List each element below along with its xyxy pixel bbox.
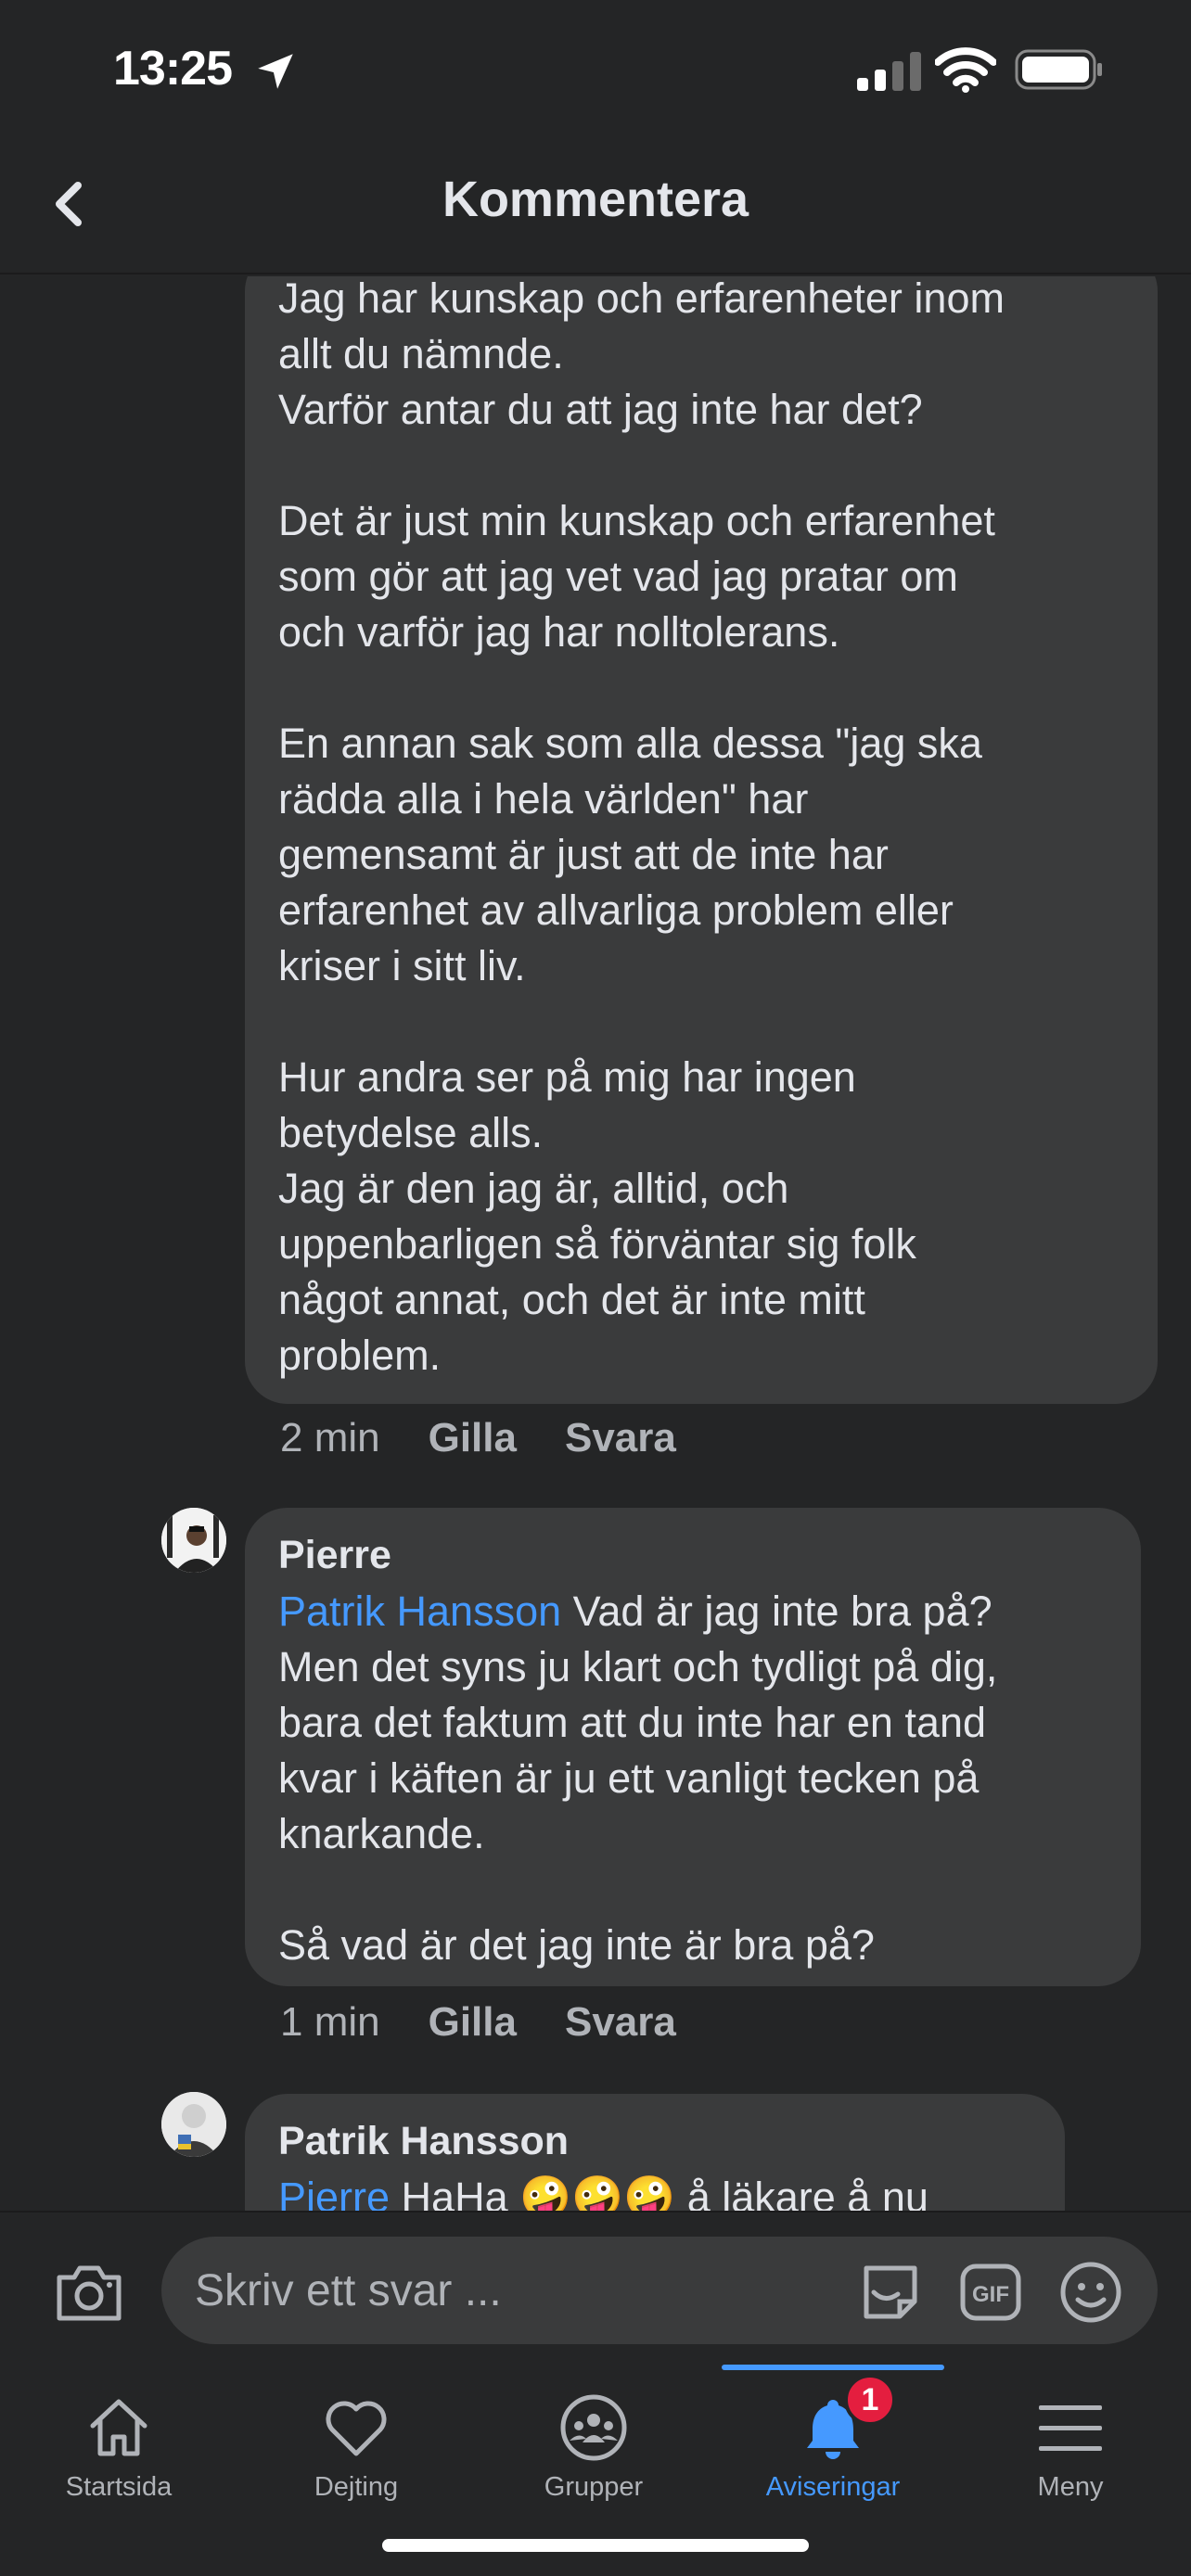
groups-icon [560, 2394, 627, 2461]
like-button[interactable]: Gilla [429, 1999, 517, 2046]
comment-author[interactable]: Pierre [278, 1526, 1108, 1584]
nav-header: Kommentera [0, 139, 1191, 274]
tab-meny[interactable]: Meny [952, 2365, 1189, 2522]
emoji-icon[interactable] [1057, 2259, 1124, 2326]
comment-time: 2 min [280, 1415, 380, 1460]
svg-text:GIF: GIF [972, 2282, 1009, 2307]
comment-bubble: Pierre Patrik Hansson Vad är jag inte br… [245, 1508, 1141, 1986]
status-time: 13:25 [113, 42, 233, 96]
heart-icon [326, 2401, 387, 2456]
mention-link[interactable]: Pierre [278, 2174, 390, 2211]
menu-icon [1039, 2405, 1102, 2451]
comment-thread[interactable]: Jag har kunskap och erfarenheter inom al… [0, 276, 1191, 2211]
tab-dejting[interactable]: Dejting [237, 2365, 475, 2522]
wifi-icon [935, 47, 996, 93]
comment-text: Jag har kunskap och erfarenheter inom al… [278, 276, 1005, 1379]
battery-icon [1015, 49, 1102, 90]
comment-author[interactable]: Patrik Hansson [278, 2112, 1031, 2170]
home-icon [90, 2399, 147, 2456]
camera-icon[interactable] [52, 2261, 126, 2326]
comment-meta: 2 min Gilla Svara [280, 1415, 676, 1461]
reply-composer: GIF [0, 2211, 1191, 2365]
tab-aviseringar[interactable]: 1 Aviseringar [714, 2365, 952, 2522]
avatar[interactable] [161, 1508, 226, 1573]
cellular-signal-icon [857, 52, 921, 91]
comment-bubble: Jag har kunskap och erfarenheter inom al… [245, 276, 1158, 1404]
app-root: 13:25 Kommentera Jag har kunskap och erf… [0, 0, 1191, 2576]
comment-body: HaHa 🤪🤪🤪 å läkare å nu [390, 2174, 928, 2211]
gif-icon[interactable]: GIF [957, 2259, 1024, 2326]
page-title: Kommentera [442, 172, 749, 227]
comment-text: Patrik Hansson Vad är jag inte bra på? M… [278, 1584, 1108, 1973]
comment-text: Pierre HaHa 🤪🤪🤪 å läkare å nu [278, 2170, 1031, 2211]
comment-meta: 1 min Gilla Svara [280, 1999, 676, 2046]
tab-label: Dejting [314, 2472, 399, 2502]
like-button[interactable]: Gilla [429, 1415, 517, 1461]
avatar[interactable] [161, 2092, 226, 2157]
comment-bubble: Patrik Hansson Pierre HaHa 🤪🤪🤪 å läkare … [245, 2094, 1065, 2211]
tab-label: Aviseringar [765, 2472, 901, 2502]
tab-startsida[interactable]: Startsida [0, 2365, 237, 2522]
comment-time: 1 min [280, 1999, 380, 2045]
notification-badge: 1 [844, 2374, 896, 2426]
location-arrow-icon [258, 54, 293, 89]
sticker-icon[interactable] [857, 2259, 924, 2326]
tab-label: Meny [1037, 2472, 1104, 2502]
reply-button[interactable]: Svara [565, 1999, 676, 2046]
avatar-image [161, 2092, 226, 2157]
comment-body: Vad är jag inte bra på? Men det syns ju … [278, 1588, 998, 1969]
tab-label: Grupper [544, 2472, 644, 2502]
reply-button[interactable]: Svara [565, 1415, 676, 1461]
tab-label: Startsida [65, 2472, 173, 2502]
home-indicator[interactable] [382, 2539, 809, 2552]
mention-link[interactable]: Patrik Hansson [278, 1588, 561, 1635]
status-bar: 13:25 [0, 0, 1191, 139]
tab-grupper[interactable]: Grupper [475, 2365, 712, 2522]
avatar-image [161, 1508, 226, 1573]
